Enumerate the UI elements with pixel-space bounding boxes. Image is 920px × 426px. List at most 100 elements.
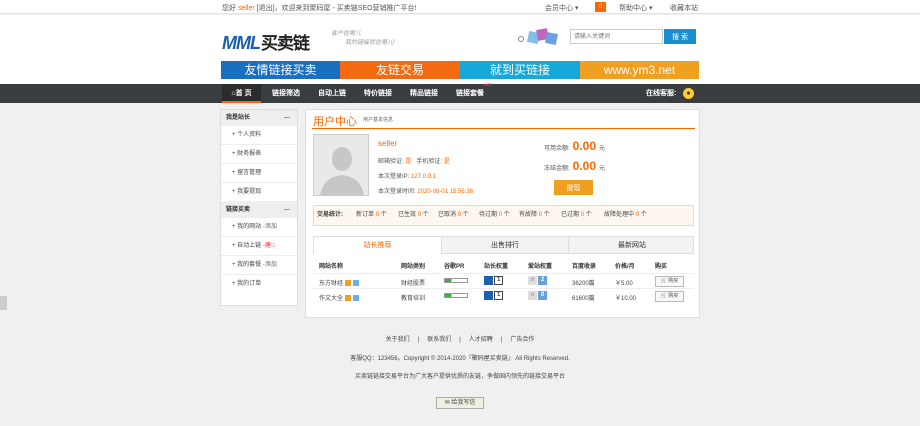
- baidu-indexed: 36200篇: [572, 281, 595, 287]
- banner-friend-link[interactable]: 友链交易: [340, 61, 460, 79]
- mail-icon: ✉: [444, 400, 450, 406]
- sidebar-item-action[interactable]: -添加: [263, 262, 277, 268]
- greeting: 您好 seller [退出]，欢迎来到聚码屋 - 买卖链SEO营销推广平台!: [222, 3, 416, 13]
- qq-service-icon[interactable]: ●: [683, 88, 694, 99]
- sidebar-item-action[interactable]: -建□: [263, 243, 275, 249]
- tab-recommended[interactable]: 站长推荐: [314, 237, 441, 254]
- tab-sales-ranking[interactable]: 出售排行: [441, 237, 568, 254]
- footer-link-ads[interactable]: 广告合作: [510, 337, 534, 343]
- username-link[interactable]: seller: [238, 5, 255, 12]
- banner-site-url[interactable]: www.ym3.net: [580, 61, 699, 79]
- frozen-balance-label: 冻结金额:: [544, 166, 570, 172]
- stat-value: 0: [375, 212, 380, 218]
- slogan: 客户在哪儿 我的链接就在哪儿!: [331, 30, 395, 48]
- cart-icon: 🛒: [660, 293, 667, 299]
- pagerank-bar: [444, 293, 468, 298]
- sidebar-item-label: 我的网站: [237, 224, 262, 230]
- nav-link-filter[interactable]: 链接筛选: [272, 84, 300, 103]
- logo[interactable]: MML买卖链: [222, 29, 310, 54]
- stat-label: 新订单: [356, 212, 375, 218]
- stat-label: 已过期: [561, 212, 580, 218]
- footer-link-contact[interactable]: 联系我们: [427, 337, 451, 343]
- buy-label: 购买: [668, 278, 679, 284]
- stat-active[interactable]: 已生效 0 个: [398, 206, 429, 225]
- login-ip-value: 127.0.0.1: [411, 174, 437, 180]
- stat-expired[interactable]: 已过期 0 个: [561, 206, 592, 225]
- footer-links: 关于我们 | 联系我们 | 人才招聘 | 广告合作: [0, 334, 920, 343]
- col-webmaster-weight: 站长权重: [484, 264, 509, 270]
- nav-home[interactable]: ⌂首 页: [222, 84, 261, 103]
- stat-expiring[interactable]: 待过期 0 个: [479, 206, 510, 225]
- stat-value: 0: [580, 212, 585, 218]
- nav-special-links[interactable]: 特价链接: [364, 84, 392, 103]
- sidebar-section-title: 链接买卖: [226, 207, 251, 213]
- currency-unit: 元: [599, 146, 606, 152]
- search-input[interactable]: [570, 29, 663, 44]
- badge-icon: [345, 295, 352, 302]
- sidebar-item-my-orders[interactable]: + 我的订单: [221, 275, 297, 294]
- withdraw-button[interactable]: 提现: [554, 180, 593, 195]
- site-name[interactable]: 东方财经: [319, 278, 360, 287]
- stat-unit: 个: [543, 212, 550, 218]
- nav-premium-links[interactable]: 精品链接: [410, 84, 438, 103]
- search-button[interactable]: 搜 索: [664, 29, 696, 44]
- sidebar-section-webmaster[interactable]: 我是站长 —: [221, 110, 297, 126]
- profile-username: seller: [378, 139, 398, 148]
- footer-separator: |: [500, 337, 503, 343]
- aizhan-icon: □: [528, 276, 537, 285]
- stat-unit: 个: [585, 212, 592, 218]
- stat-label: 待过期: [479, 212, 498, 218]
- member-count-badge: 0: [595, 2, 606, 12]
- bookmark-link[interactable]: 收藏本站: [670, 3, 698, 13]
- stat-label: 已生效: [398, 212, 417, 218]
- sidebar-item-messages[interactable]: + 留言管理: [221, 164, 297, 183]
- footer-link-about[interactable]: 关于我们: [386, 337, 410, 343]
- logout-link[interactable]: [退出]: [257, 5, 275, 12]
- footer-separator: |: [459, 337, 461, 343]
- sidebar-section-link-trade[interactable]: 链接买卖 —: [221, 202, 297, 218]
- logo-text: 买卖链: [260, 34, 310, 53]
- nav-auto-link[interactable]: 自动上链: [318, 84, 346, 103]
- sidebar-item-auto-link[interactable]: + 自动上链 -建□: [221, 237, 297, 256]
- side-scroll-tab[interactable]: [0, 296, 7, 310]
- aizhan-weight: □ 2: [528, 276, 548, 285]
- main-nav: ⌂首 页 链接筛选 自动上链 特价链接 精品链接 链接套餐 在线客服: ●: [0, 84, 920, 103]
- sidebar-item-my-packages[interactable]: + 我的套餐 -添加: [221, 256, 297, 275]
- email-verify-label: 邮箱验证:: [378, 159, 404, 165]
- help-center-menu[interactable]: 帮助中心 ▾: [619, 3, 652, 13]
- sidebar-item-profile[interactable]: + 个人资料: [221, 126, 297, 145]
- banner-buy-link[interactable]: 就到买链接: [460, 61, 580, 79]
- banner-link-trade[interactable]: 友情链接买卖: [221, 61, 340, 79]
- weight-value: 1: [494, 291, 504, 300]
- online-service-label: 在线客服:: [646, 90, 677, 97]
- col-category: 网站类别: [401, 264, 426, 270]
- stat-value: 0: [457, 212, 462, 218]
- stat-cancelled[interactable]: 已取消 0 个: [438, 206, 469, 225]
- sidebar-item-withdraw[interactable]: + 我要提现: [221, 183, 297, 202]
- stats-label: 交易统计:: [317, 212, 343, 218]
- sidebar-item-finance[interactable]: + 财务报表: [221, 145, 297, 164]
- member-center-menu[interactable]: 会员中心 ▾: [545, 3, 578, 13]
- tab-latest-sites[interactable]: 最新网站: [568, 237, 695, 254]
- stat-unit: 个: [422, 212, 429, 218]
- trade-stats: 交易统计: 新订单 0 个 已生效 0 个 已取消 0 个 待过期 0 个 有故…: [313, 205, 694, 226]
- sidebar-item-action[interactable]: -添加: [263, 224, 277, 230]
- sidebar-item-my-sites[interactable]: + 我的网站 -添加: [221, 218, 297, 237]
- site-name[interactable]: 作文大全: [319, 293, 360, 302]
- stat-label: 有故障: [519, 212, 538, 218]
- stat-fault-processing[interactable]: 故障处理中 0 个: [604, 206, 647, 225]
- sidebar-item-label: 自动上链: [237, 243, 262, 249]
- member-center-label: 会员中心: [545, 5, 573, 12]
- contact-button[interactable]: ✉ 给我写信: [436, 397, 484, 409]
- nav-link-packages[interactable]: 链接套餐: [456, 84, 484, 103]
- stat-faulty[interactable]: 有故障 0 个: [519, 206, 550, 225]
- stat-unit: 个: [462, 212, 469, 218]
- footer-tagline: 买卖链链接交易平台为广大客户提供优质的友链，争做国内领先的链接交易平台: [354, 374, 565, 380]
- buy-button[interactable]: 🛒 购买: [655, 291, 684, 302]
- buy-button[interactable]: 🛒 购买: [655, 276, 684, 287]
- footer-separator: |: [417, 337, 420, 343]
- site-name-text: 东方财经: [319, 281, 344, 287]
- stat-new-orders[interactable]: 新订单 0 个: [356, 206, 387, 225]
- footer-link-jobs[interactable]: 人才招聘: [469, 337, 493, 343]
- sidebar: 我是站长 — + 个人资料 + 财务报表 + 留言管理 + 我要提现 链接买卖 — …: [220, 109, 298, 306]
